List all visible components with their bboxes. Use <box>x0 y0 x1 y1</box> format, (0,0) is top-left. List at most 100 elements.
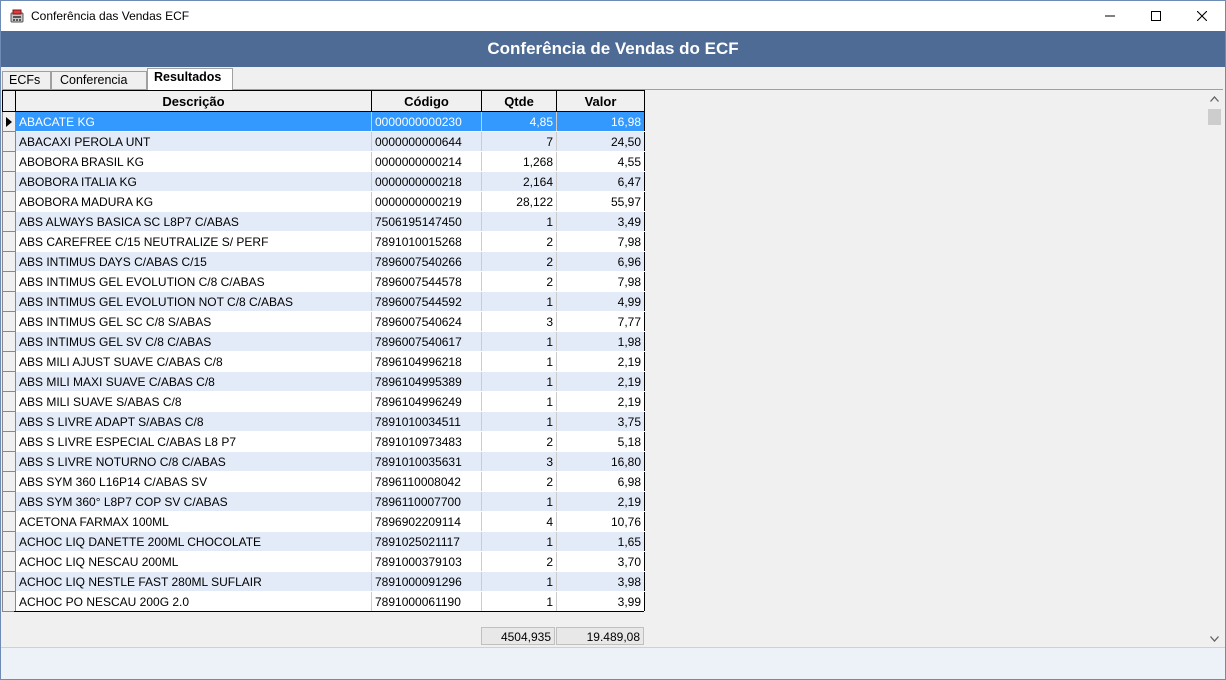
row-indicator[interactable] <box>2 511 16 532</box>
cell-qtde[interactable]: 1 <box>481 391 557 412</box>
cell-qtde[interactable]: 1,268 <box>481 151 557 172</box>
cell-qtde[interactable]: 3 <box>481 451 557 472</box>
cell-qtde[interactable]: 2 <box>481 471 557 492</box>
row-indicator[interactable] <box>2 191 16 212</box>
cell-codigo[interactable]: 0000000000219 <box>371 191 482 212</box>
cell-descricao[interactable]: ACHOC LIQ DANETTE 200ML CHOCOLATE <box>15 531 372 552</box>
cell-descricao[interactable]: ABS CAREFREE C/15 NEUTRALIZE S/ PERF <box>15 231 372 252</box>
row-indicator[interactable] <box>2 551 16 572</box>
results-grid[interactable]: Descrição Código Qtde Valor ABACATE KG 00… <box>2 90 645 612</box>
cell-valor[interactable]: 3,49 <box>556 211 645 232</box>
cell-codigo[interactable]: 7896104996218 <box>371 351 482 372</box>
cell-descricao[interactable]: ABS SYM 360 L16P14 C/ABAS SV <box>15 471 372 492</box>
maximize-button[interactable] <box>1133 1 1179 31</box>
cell-descricao[interactable]: ABS INTIMUS GEL EVOLUTION C/8 C/ABAS <box>15 271 372 292</box>
table-row[interactable]: ACHOC LIQ NESCAU 200ML 7891000379103 2 3,70 <box>2 551 645 572</box>
table-row[interactable]: ABS INTIMUS GEL EVOLUTION C/8 C/ABAS 7896… <box>2 271 645 292</box>
table-row[interactable]: ABS INTIMUS GEL SV C/8 C/ABAS 78960075406… <box>2 331 645 352</box>
table-row[interactable]: ACHOC PO NESCAU 200G 2.0 7891000061190 1 3,… <box>2 591 645 612</box>
row-indicator[interactable] <box>2 371 16 392</box>
row-indicator[interactable] <box>2 391 16 412</box>
cell-qtde[interactable]: 2 <box>481 271 557 292</box>
tab-resultados[interactable]: Resultados <box>147 68 233 90</box>
row-indicator[interactable] <box>2 531 16 552</box>
cell-qtde[interactable]: 2 <box>481 431 557 452</box>
cell-descricao[interactable]: ABS INTIMUS GEL EVOLUTION NOT C/8 C/ABAS <box>15 291 372 312</box>
cell-codigo[interactable]: 0000000000218 <box>371 171 482 192</box>
row-indicator[interactable] <box>2 471 16 492</box>
table-row[interactable]: ABACAXI PEROLA UNT 0000000000644 7 24,50 <box>2 131 645 152</box>
column-header-codigo[interactable]: Código <box>371 90 482 112</box>
cell-qtde[interactable]: 3 <box>481 311 557 332</box>
title-bar[interactable]: Conferência das Vendas ECF <box>1 1 1225 31</box>
cell-valor[interactable]: 16,98 <box>556 111 645 132</box>
cell-codigo[interactable]: 7891010035631 <box>371 451 482 472</box>
cell-qtde[interactable]: 2 <box>481 551 557 572</box>
cell-descricao[interactable]: ABOBORA MADURA KG <box>15 191 372 212</box>
tab-conferencia[interactable]: Conferencia <box>51 71 147 89</box>
cell-valor[interactable]: 3,98 <box>556 571 645 592</box>
table-row[interactable]: ABS S LIVRE ESPECIAL C/ABAS L8 P7 7891010… <box>2 431 645 452</box>
tab-ecfs[interactable]: ECFs <box>2 71 51 89</box>
close-button[interactable] <box>1179 1 1225 31</box>
cell-codigo[interactable]: 7896007540266 <box>371 251 482 272</box>
table-row[interactable]: ABS MILI AJUST SUAVE C/ABAS C/8 789610499… <box>2 351 645 372</box>
cell-qtde[interactable]: 4,85 <box>481 111 557 132</box>
scroll-thumb[interactable] <box>1208 109 1221 125</box>
cell-valor[interactable]: 7,98 <box>556 231 645 252</box>
row-indicator[interactable] <box>2 591 16 612</box>
cell-qtde[interactable]: 1 <box>481 351 557 372</box>
cell-valor[interactable]: 2,19 <box>556 371 645 392</box>
table-row[interactable]: ABOBORA BRASIL KG 0000000000214 1,268 4,55 <box>2 151 645 172</box>
cell-descricao[interactable]: ABACAXI PEROLA UNT <box>15 131 372 152</box>
table-row[interactable]: ACHOC LIQ DANETTE 200ML CHOCOLATE 7891025… <box>2 531 645 552</box>
row-indicator[interactable] <box>2 211 16 232</box>
cell-codigo[interactable]: 7896104996249 <box>371 391 482 412</box>
table-row[interactable]: ABACATE KG 0000000000230 4,85 16,98 <box>2 111 645 132</box>
row-indicator[interactable] <box>2 331 16 352</box>
cell-qtde[interactable]: 1 <box>481 211 557 232</box>
cell-codigo[interactable]: 7896110007700 <box>371 491 482 512</box>
cell-valor[interactable]: 2,19 <box>556 351 645 372</box>
cell-qtde[interactable]: 2 <box>481 251 557 272</box>
cell-codigo[interactable]: 0000000000644 <box>371 131 482 152</box>
cell-codigo[interactable]: 7891000379103 <box>371 551 482 572</box>
cell-valor[interactable]: 3,99 <box>556 591 645 612</box>
cell-codigo[interactable]: 7896007544592 <box>371 291 482 312</box>
cell-qtde[interactable]: 1 <box>481 411 557 432</box>
cell-descricao[interactable]: ACHOC LIQ NESTLE FAST 280ML SUFLAIR <box>15 571 372 592</box>
cell-descricao[interactable]: ABOBORA BRASIL KG <box>15 151 372 172</box>
scroll-up-button[interactable] <box>1206 90 1223 107</box>
cell-codigo[interactable]: 0000000000214 <box>371 151 482 172</box>
cell-valor[interactable]: 16,80 <box>556 451 645 472</box>
table-row[interactable]: ABS INTIMUS GEL EVOLUTION NOT C/8 C/ABAS… <box>2 291 645 312</box>
cell-descricao[interactable]: ABS INTIMUS DAYS C/ABAS C/15 <box>15 251 372 272</box>
cell-valor[interactable]: 6,47 <box>556 171 645 192</box>
cell-codigo[interactable]: 0000000000230 <box>371 111 482 132</box>
cell-valor[interactable]: 4,55 <box>556 151 645 172</box>
table-row[interactable]: ABS ALWAYS BASICA SC L8P7 C/ABAS 75061951… <box>2 211 645 232</box>
cell-valor[interactable]: 6,96 <box>556 251 645 272</box>
cell-valor[interactable]: 2,19 <box>556 391 645 412</box>
cell-codigo[interactable]: 7891010034511 <box>371 411 482 432</box>
cell-valor[interactable]: 24,50 <box>556 131 645 152</box>
table-row[interactable]: ABS SYM 360 L16P14 C/ABAS SV 789611000804… <box>2 471 645 492</box>
cell-valor[interactable]: 10,76 <box>556 511 645 532</box>
cell-valor[interactable]: 1,98 <box>556 331 645 352</box>
row-indicator[interactable] <box>2 311 16 332</box>
cell-descricao[interactable]: ACHOC PO NESCAU 200G 2.0 <box>15 591 372 612</box>
minimize-button[interactable] <box>1087 1 1133 31</box>
cell-qtde[interactable]: 4 <box>481 511 557 532</box>
cell-descricao[interactable]: ABS SYM 360° L8P7 COP SV C/ABAS <box>15 491 372 512</box>
cell-qtde[interactable]: 1 <box>481 491 557 512</box>
cell-valor[interactable]: 55,97 <box>556 191 645 212</box>
cell-valor[interactable]: 5,18 <box>556 431 645 452</box>
cell-valor[interactable]: 4,99 <box>556 291 645 312</box>
cell-descricao[interactable]: ABS ALWAYS BASICA SC L8P7 C/ABAS <box>15 211 372 232</box>
table-row[interactable]: ABS S LIVRE ADAPT S/ABAS C/8 789101003451… <box>2 411 645 432</box>
column-header-qtde[interactable]: Qtde <box>481 90 557 112</box>
cell-codigo[interactable]: 7506195147450 <box>371 211 482 232</box>
column-header-descricao[interactable]: Descrição <box>15 90 372 112</box>
cell-descricao[interactable]: ABOBORA ITALIA KG <box>15 171 372 192</box>
cell-codigo[interactable]: 7896007540624 <box>371 311 482 332</box>
